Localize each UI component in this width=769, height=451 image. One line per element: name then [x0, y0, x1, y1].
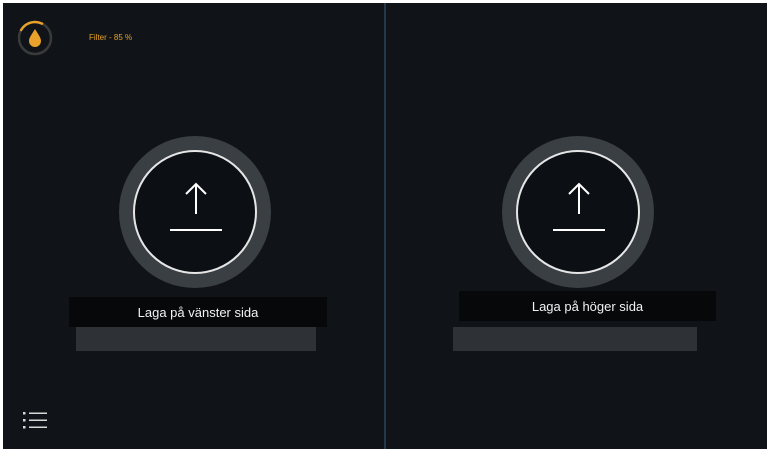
left-side-status-bar: [76, 327, 316, 351]
filter-status-text: Filter - 85 %: [89, 33, 133, 42]
left-side-label: Laga på vänster sida: [69, 297, 327, 327]
right-side-button-inner[interactable]: [516, 150, 640, 274]
list-menu-icon: [23, 412, 47, 429]
right-side-label: Laga på höger sida: [459, 291, 716, 321]
upload-arrow-icon: [170, 182, 222, 231]
center-divider: [384, 3, 386, 449]
upload-arrow-icon: [553, 182, 605, 231]
water-drop-icon: [29, 29, 41, 47]
right-side-status-bar: [453, 327, 697, 351]
left-side-button-inner[interactable]: [133, 150, 257, 274]
screen: Filter - 85 % Laga på vänster sida Laga …: [3, 3, 767, 449]
menu-button[interactable]: [20, 408, 50, 432]
right-side-button[interactable]: [502, 136, 654, 288]
filter-gauge: [16, 19, 54, 57]
left-side-button[interactable]: [119, 136, 271, 288]
